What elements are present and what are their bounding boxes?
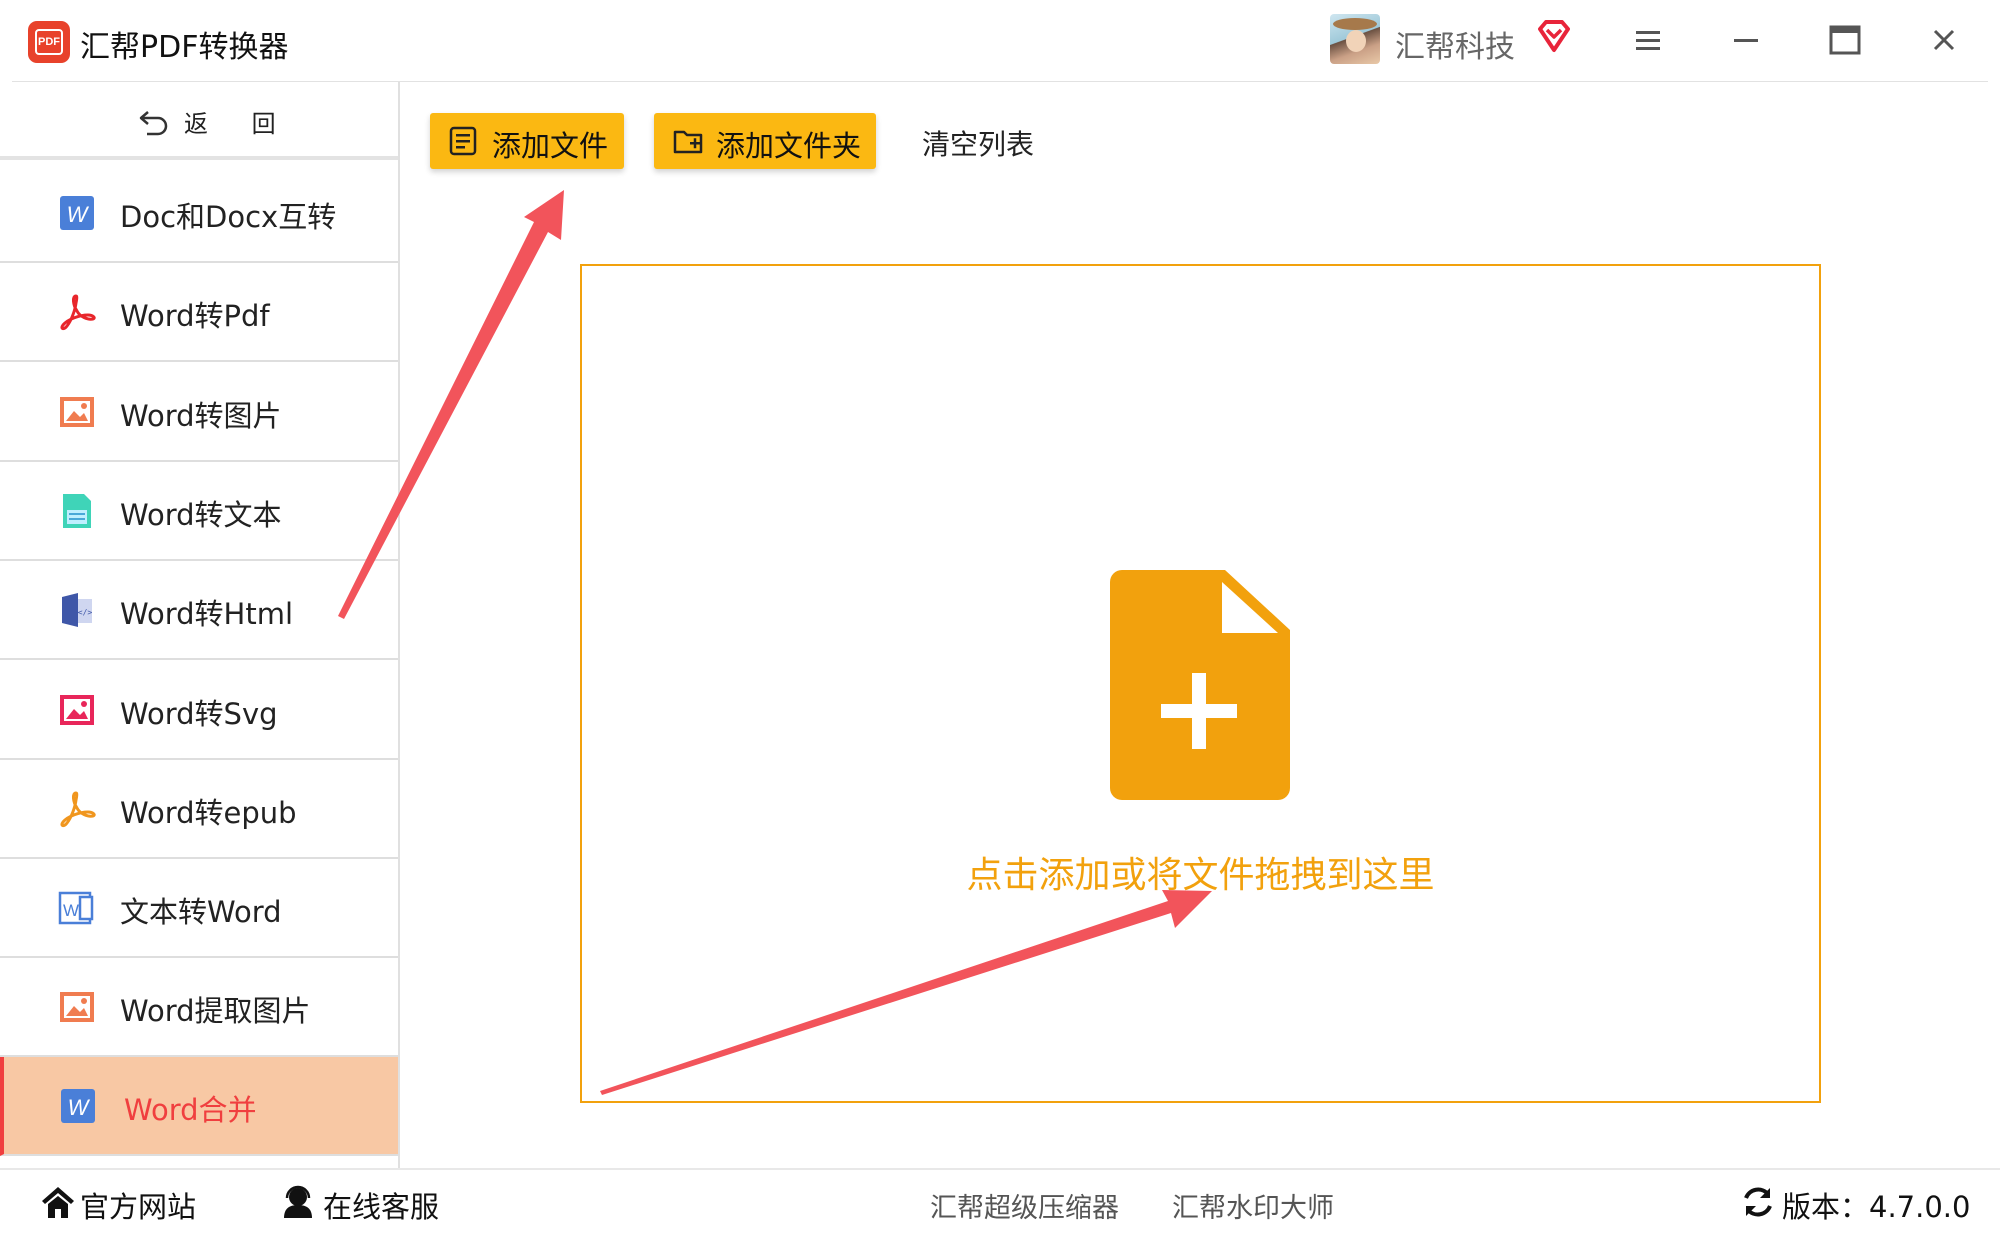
sidebar-item-label: Word转Pdf (120, 299, 270, 333)
user-avatar[interactable] (1330, 14, 1380, 64)
sidebar-item-word-to-pdf[interactable]: Word转Pdf (0, 263, 398, 362)
html-book-icon: </> (62, 593, 93, 627)
word-icon: W (61, 1089, 95, 1123)
svg-image-icon (60, 695, 94, 725)
sidebar-item-label: Word转epub (120, 796, 297, 830)
image-icon (60, 397, 94, 427)
svg-text:W: W (63, 901, 79, 920)
sidebar-item-word-to-html[interactable]: </> Word转Html (0, 561, 398, 660)
close-icon[interactable] (1922, 18, 1966, 62)
sidebar-item-label: 文本转Word (120, 895, 282, 929)
back-arrow-icon (139, 111, 168, 136)
svg-text:</>: </> (78, 608, 93, 617)
sidebar-item-label: Word合并 (124, 1093, 257, 1127)
sidebar-item-label: Word转Svg (120, 697, 278, 731)
acrobat-icon (60, 294, 96, 330)
add-folder-button[interactable]: 添加文件夹 (654, 113, 876, 169)
compressor-link[interactable]: 汇帮超级压缩器 (930, 1186, 1119, 1225)
maximize-icon[interactable] (1823, 18, 1867, 62)
add-folder-label: 添加文件夹 (716, 129, 862, 163)
watermark-link[interactable]: 汇帮水印大师 (1172, 1186, 1334, 1225)
official-website-link[interactable]: 官方网站 (80, 1184, 196, 1226)
user-name[interactable]: 汇帮科技 (1395, 22, 1515, 66)
home-icon (42, 1187, 74, 1218)
sidebar-item-label: Word转图片 (120, 399, 282, 433)
add-file-icon (449, 126, 477, 156)
image-icon (60, 992, 94, 1022)
back-button[interactable]: 返 回 (0, 82, 398, 160)
sidebar: 返 回 W Doc和Docx互转 Word转Pdf Word转图片 Word转文… (0, 82, 400, 1169)
word-icon: W (60, 196, 94, 230)
add-file-label: 添加文件 (492, 129, 609, 163)
add-file-button[interactable]: 添加文件 (430, 113, 624, 169)
sidebar-item-label: Doc和Docx互转 (120, 200, 337, 234)
sidebar-item-doc-docx[interactable]: W Doc和Docx互转 (0, 164, 398, 263)
sidebar-item-word-to-text[interactable]: Word转文本 (0, 462, 398, 561)
online-support-link[interactable]: 在线客服 (323, 1184, 439, 1226)
app-title: 汇帮PDF转换器 (80, 30, 289, 65)
sidebar-item-label: Word转Html (120, 597, 294, 631)
app-logo-text: PDF (35, 29, 63, 55)
word-outline-icon: W (58, 891, 94, 925)
customer-service-icon (284, 1185, 312, 1218)
sidebar-item-word-merge[interactable]: W Word合并 (0, 1057, 398, 1156)
add-file-large-icon[interactable] (1110, 570, 1290, 800)
back-label: 返 回 (184, 110, 294, 138)
sidebar-item-word-to-image[interactable]: Word转图片 (0, 363, 398, 462)
app-logo-icon: PDF (28, 21, 70, 63)
version-text: 版本：4.7.0.0 (1782, 1190, 1971, 1224)
sidebar-item-word-to-epub[interactable]: Word转epub (0, 760, 398, 859)
minimize-icon[interactable] (1724, 18, 1768, 62)
sidebar-item-word-to-svg[interactable]: Word转Svg (0, 661, 398, 760)
sidebar-item-label: Word转文本 (120, 498, 282, 532)
clear-list-button[interactable]: 清空列表 (922, 123, 1034, 163)
svg-text:W: W (68, 1095, 91, 1120)
vip-diamond-icon[interactable] (1536, 18, 1572, 54)
text-document-icon (63, 494, 91, 528)
svg-text:W: W (67, 202, 90, 227)
sidebar-item-label: Word提取图片 (120, 994, 311, 1028)
sidebar-item-text-to-word[interactable]: W 文本转Word (0, 859, 398, 958)
menu-icon[interactable] (1626, 18, 1670, 62)
acrobat-icon (60, 791, 96, 827)
sidebar-item-word-extract-image[interactable]: Word提取图片 (0, 958, 398, 1057)
refresh-icon[interactable] (1740, 1184, 1776, 1220)
add-folder-icon (673, 130, 703, 154)
bottom-bar: 官方网站 在线客服 汇帮超级压缩器 汇帮水印大师 版本：4.7.0.0 (0, 1168, 2000, 1234)
drop-hint-text: 点击添加或将文件拖拽到这里 (966, 855, 1435, 896)
title-bar: PDF 汇帮PDF转换器 汇帮科技 (0, 0, 2000, 82)
